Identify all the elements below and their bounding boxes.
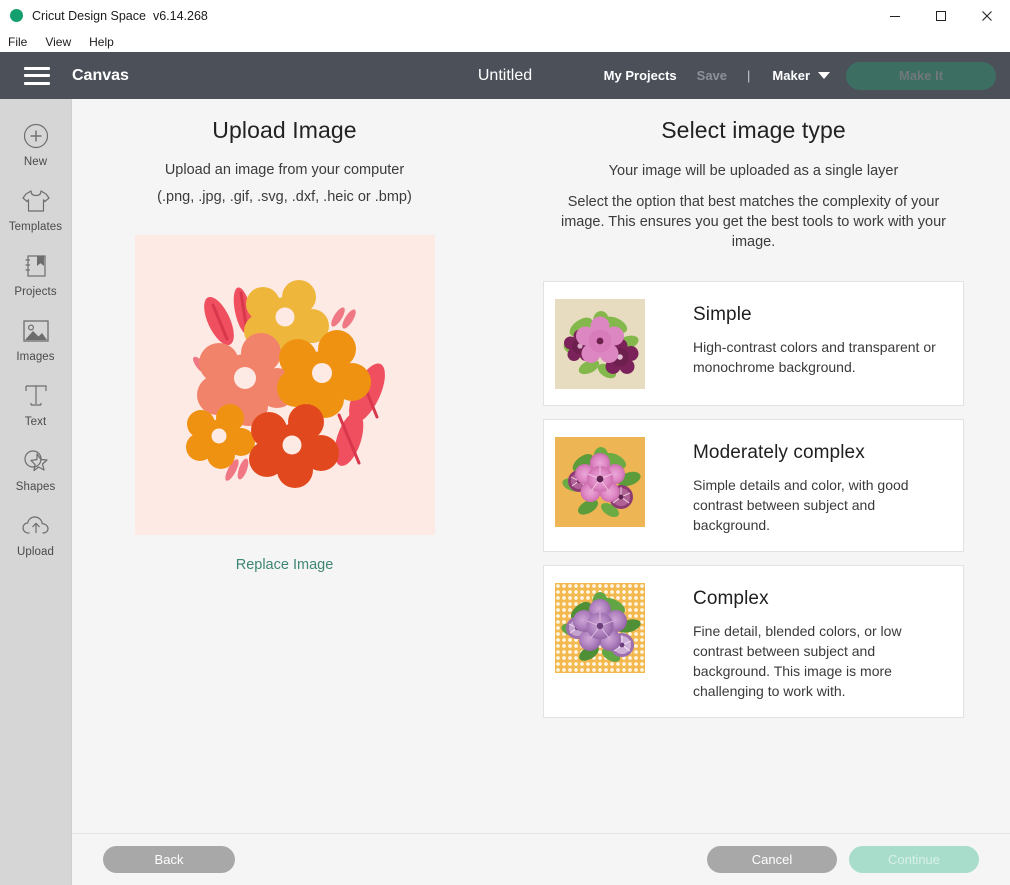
menu-file[interactable]: File: [8, 35, 36, 49]
option-title: Moderately complex: [693, 442, 865, 463]
menu-help[interactable]: Help: [89, 35, 123, 49]
simple-flowers-thumbnail: [555, 299, 645, 389]
option-description: Simple details and color, with good cont…: [693, 477, 909, 533]
menu-view[interactable]: View: [45, 35, 80, 49]
left-sidebar: New Templates Projects Images Text Shape…: [0, 99, 72, 885]
shapes-icon: [20, 445, 52, 477]
upload-image-panel: Upload Image Upload an image from your c…: [72, 117, 497, 833]
sidebar-item-label: Projects: [14, 286, 57, 298]
text-t-icon: [20, 380, 52, 412]
continue-button[interactable]: Continue: [849, 846, 979, 873]
replace-image-link[interactable]: Replace Image: [236, 557, 334, 573]
moderately-complex-flowers-thumbnail: [555, 437, 645, 527]
upload-image-line1: Upload an image from your computer: [164, 162, 405, 178]
header-divider: |: [747, 68, 751, 83]
panels-row: Upload Image Upload an image from your c…: [72, 99, 1010, 833]
card-text: Simple High-contrast colors and transpar…: [693, 298, 947, 377]
my-projects-button[interactable]: My Projects: [604, 68, 677, 83]
select-image-type-title: Select image type: [661, 117, 846, 143]
sidebar-item-label: Images: [16, 351, 55, 363]
upload-image-title: Upload Image: [212, 117, 357, 143]
select-image-type-subtitle: Your image will be uploaded as a single …: [608, 163, 899, 179]
back-button[interactable]: Back: [103, 846, 235, 873]
menu-bar: File View Help: [0, 31, 1010, 52]
card-text: Complex Fine detail, blended colors, or …: [693, 582, 947, 701]
maximize-icon[interactable]: [918, 0, 964, 31]
image-preview: [134, 235, 435, 535]
sidebar-item-projects[interactable]: Projects: [0, 241, 71, 306]
select-image-type-description: Select the option that best matches the …: [561, 194, 946, 250]
app-title: Cricut Design Space: [32, 8, 146, 23]
image-type-options: Simple High-contrast colors and transpar…: [543, 281, 964, 718]
sidebar-item-images[interactable]: Images: [0, 306, 71, 371]
app-header: Canvas Untitled My Projects Save | Maker…: [0, 52, 1010, 99]
sidebar-item-shapes[interactable]: Shapes: [0, 436, 71, 501]
image-type-option-complex[interactable]: Complex Fine detail, blended colors, or …: [543, 565, 964, 718]
save-button[interactable]: Save: [697, 68, 727, 83]
make-it-button[interactable]: Make It: [846, 61, 996, 90]
window-titlebar: Cricut Design Space v6.14.268: [0, 0, 1010, 31]
dialog-footer: Back Cancel Continue: [72, 833, 1010, 885]
app-logo-icon: [10, 9, 23, 22]
sidebar-item-text[interactable]: Text: [0, 371, 71, 436]
upload-cloud-icon: [20, 510, 52, 542]
app-body: New Templates Projects Images Text Shape…: [0, 99, 1010, 885]
window-controls: [872, 0, 1010, 31]
main-content: Upload Image Upload an image from your c…: [72, 99, 1010, 885]
app-version: v6.14.268: [152, 8, 208, 23]
select-image-type-panel: Select image type Your image will be upl…: [497, 117, 1010, 833]
image-type-option-moderately-complex[interactable]: Moderately complex Simple details and co…: [543, 419, 964, 552]
minimize-icon[interactable]: [872, 0, 918, 31]
machine-label: Maker: [772, 68, 810, 83]
sidebar-item-new[interactable]: New: [0, 111, 71, 176]
sidebar-item-label: Shapes: [15, 481, 56, 493]
hamburger-icon[interactable]: [24, 66, 50, 85]
sidebar-item-upload[interactable]: Upload: [0, 501, 71, 566]
card-text: Moderately complex Simple details and co…: [693, 436, 947, 535]
sidebar-item-label: Text: [24, 416, 47, 428]
book-bookmark-icon: [20, 250, 52, 282]
sidebar-item-label: Templates: [8, 221, 63, 233]
sidebar-item-templates[interactable]: Templates: [0, 176, 71, 241]
chevron-down-icon: [818, 72, 830, 79]
sidebar-item-label: New: [23, 156, 48, 168]
picture-icon: [20, 315, 52, 347]
flowers-illustration: [185, 280, 385, 488]
option-title: Simple: [693, 304, 752, 325]
machine-selector[interactable]: Maker: [772, 68, 830, 83]
app-window: Cricut Design Space v6.14.268 File View …: [0, 0, 1010, 885]
sidebar-item-label: Upload: [16, 546, 55, 558]
plus-circle-icon: [20, 120, 52, 152]
upload-image-line2: (.png, .jpg, .gif, .svg, .dxf, .heic or …: [157, 189, 412, 205]
close-icon[interactable]: [964, 0, 1010, 31]
cancel-button[interactable]: Cancel: [707, 846, 837, 873]
option-description: High-contrast colors and transparent or …: [693, 339, 936, 375]
image-type-option-simple[interactable]: Simple High-contrast colors and transpar…: [543, 281, 964, 406]
tshirt-icon: [20, 185, 52, 217]
option-description: Fine detail, blended colors, or low cont…: [693, 623, 902, 699]
canvas-label[interactable]: Canvas: [72, 67, 129, 85]
complex-flowers-thumbnail: [555, 583, 645, 673]
header-actions: My Projects Save | Maker Make It: [604, 61, 1010, 90]
option-title: Complex: [693, 588, 769, 609]
